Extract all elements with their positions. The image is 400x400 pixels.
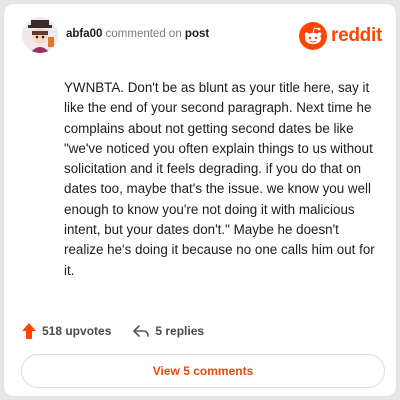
reply-icon xyxy=(133,325,150,337)
upvote-arrow-icon xyxy=(22,323,36,339)
byline: abfa00 commented on post xyxy=(66,28,209,40)
username-link[interactable]: abfa00 xyxy=(66,28,102,40)
comment-card: abfa00 commented on post reddit YWNBTA. … xyxy=(3,3,397,397)
avatar[interactable] xyxy=(22,17,58,53)
comment-actions: 518 upvotes 5 replies xyxy=(22,321,226,341)
reply-count: 5 replies xyxy=(155,324,205,338)
reddit-snoo-icon xyxy=(299,22,328,50)
reddit-logo[interactable]: reddit xyxy=(299,22,382,50)
comment-header: abfa00 commented on post reddit xyxy=(18,17,382,57)
reddit-wordmark: reddit xyxy=(331,25,382,46)
commented-on-text: commented on xyxy=(105,28,182,40)
comment-body: YWNBTA. Don't be as blunt as your title … xyxy=(64,80,375,278)
view-comments-button[interactable]: View 5 comments xyxy=(21,354,385,388)
post-link[interactable]: post xyxy=(185,28,209,40)
upvote-count: 518 upvotes xyxy=(42,324,112,338)
upvote-button[interactable]: 518 upvotes xyxy=(22,323,111,339)
reply-button[interactable]: 5 replies xyxy=(133,324,204,338)
